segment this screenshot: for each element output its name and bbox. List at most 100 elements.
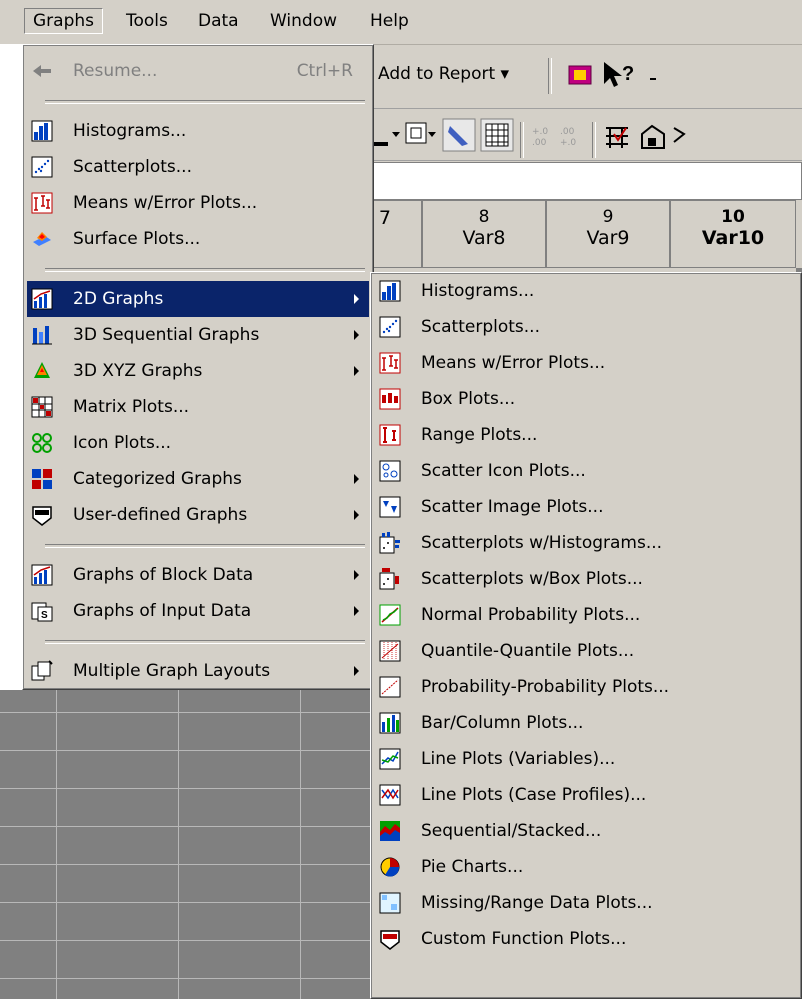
line-profile-icon: [379, 784, 401, 806]
submenu-item-normal-probability[interactable]: Normal Probability Plots...: [375, 597, 797, 633]
missing-data-icon: [379, 892, 401, 914]
svg-text:+.0: +.0: [532, 127, 548, 137]
multiple-layouts-icon: [31, 660, 53, 681]
context-help-icon[interactable]: ?: [600, 60, 640, 90]
column-name: Var8: [462, 227, 506, 249]
border-style-icon[interactable]: [404, 120, 438, 150]
submenu-arrow-icon: [354, 570, 359, 580]
menu-item-surface[interactable]: Surface Plots...: [27, 221, 369, 257]
toolbar-top: Add to Report ▾ ?: [372, 46, 802, 109]
svg-text:S: S: [41, 610, 48, 621]
submenu-item-pie-charts[interactable]: Pie Charts...: [375, 849, 797, 885]
stacked-area-icon: [380, 821, 400, 841]
means-error-icon: [31, 192, 53, 214]
submenu-item-box-plots[interactable]: Box Plots...: [375, 381, 797, 417]
menu-item-3d-sequential[interactable]: 3D Sequential Graphs: [27, 317, 369, 353]
submenu-item-custom-function[interactable]: Custom Function Plots...: [375, 921, 797, 957]
submenu-item-scatterplots[interactable]: Scatterplots...: [375, 309, 797, 345]
menu-item-means-error[interactable]: Means w/Error Plots...: [27, 185, 369, 221]
column-header[interactable]: 8 Var8: [422, 200, 546, 268]
toolbar-separator: [520, 122, 524, 158]
resume-icon: [33, 65, 51, 77]
categorized-graph-icon: [32, 469, 52, 489]
submenu-arrow-icon: [354, 666, 359, 676]
svg-text:+.0: +.0: [560, 138, 576, 148]
dropdown-arrow-icon[interactable]: [648, 74, 660, 84]
menu-item-scatterplots[interactable]: Scatterplots...: [27, 149, 369, 185]
menu-graphs[interactable]: Graphs: [24, 8, 104, 34]
menu-help[interactable]: Help: [362, 9, 417, 33]
menu-tools[interactable]: Tools: [118, 9, 176, 33]
scatterplot-icon: [379, 316, 401, 338]
submenu-item-sequential[interactable]: Sequential/Stacked...: [375, 813, 797, 849]
menu-data[interactable]: Data: [190, 9, 247, 33]
icon-plot-icon: [32, 433, 52, 453]
menu-item-user-defined[interactable]: User-defined Graphs: [27, 497, 369, 533]
menu-item-resume[interactable]: Resume... Ctrl+R: [27, 53, 369, 89]
submenu-item-missing-range[interactable]: Missing/Range Data Plots...: [375, 885, 797, 921]
submenu-arrow-icon: [354, 294, 359, 304]
submenu-item-means-error[interactable]: Means w/Error Plots...: [375, 345, 797, 381]
graphs-menu: Resume... Ctrl+R Histograms... Scatterpl…: [22, 44, 374, 690]
grid-line: [56, 690, 57, 999]
submenu-arrow-icon: [354, 510, 359, 520]
svg-text:.00: .00: [560, 127, 575, 137]
menu-item-block-data[interactable]: Graphs of Block Data: [27, 557, 369, 593]
menu-separator: [45, 100, 365, 104]
submenu-item-scatter-histograms[interactable]: Scatterplots w/Histograms...: [375, 525, 797, 561]
scatter-icon-plot-icon: [379, 460, 401, 482]
underline-color-icon[interactable]: [372, 120, 402, 150]
menu-item-icon-plots[interactable]: Icon Plots...: [27, 425, 369, 461]
menu-window[interactable]: Window: [262, 9, 345, 33]
submenu-item-scatter-icon[interactable]: Scatter Icon Plots...: [375, 453, 797, 489]
submenu-item-quantile[interactable]: Quantile-Quantile Plots...: [375, 633, 797, 669]
menu-item-input-data[interactable]: S Graphs of Input Data: [27, 593, 369, 629]
pie-chart-icon: [380, 857, 400, 877]
block-data-graph-icon: [31, 564, 53, 586]
matrix-plot-icon: [31, 396, 53, 418]
svg-text:?: ?: [622, 63, 634, 85]
submenu-item-range-plots[interactable]: Range Plots...: [375, 417, 797, 453]
scatter-image-icon: [379, 496, 401, 518]
scatter-histogram-icon: [379, 532, 400, 554]
menu-item-categorized[interactable]: Categorized Graphs: [27, 461, 369, 497]
book-icon[interactable]: [566, 60, 598, 90]
submenu-item-scatter-image[interactable]: Scatter Image Plots...: [375, 489, 797, 525]
svg-text:.00: .00: [532, 138, 547, 148]
histogram-icon: [31, 120, 53, 142]
submenu-item-histograms[interactable]: Histograms...: [375, 273, 797, 309]
submenu-item-line-cases[interactable]: Line Plots (Case Profiles)...: [375, 777, 797, 813]
means-error-icon: [379, 352, 401, 374]
submenu-arrow-icon: [354, 330, 359, 340]
submenu-item-probability-probability[interactable]: Probability-Probability Plots...: [375, 669, 797, 705]
more-tools-icon[interactable]: [672, 122, 688, 150]
add-to-report-button[interactable]: Add to Report ▾: [378, 64, 509, 84]
bar-column-icon: [379, 712, 401, 734]
format-icon[interactable]: [638, 122, 668, 150]
toolbar-separator: [548, 58, 552, 94]
toolbar-separator: [592, 122, 596, 158]
grid-line: [178, 690, 179, 999]
menu-separator: [45, 544, 365, 548]
submenu-item-scatter-box[interactable]: Scatterplots w/Box Plots...: [375, 561, 797, 597]
column-name: Var10: [701, 227, 765, 249]
submenu-item-bar-column[interactable]: Bar/Column Plots...: [375, 705, 797, 741]
mark-cells-icon[interactable]: [602, 122, 632, 150]
custom-function-icon: [380, 930, 400, 950]
menu-item-3d-xyz[interactable]: 3D XYZ Graphs: [27, 353, 369, 389]
menu-item-histograms[interactable]: Histograms...: [27, 113, 369, 149]
menu-item-2d-graphs[interactable]: 2D Graphs: [27, 281, 369, 317]
column-header[interactable]: 10 Var10: [670, 200, 796, 268]
2d-graph-icon: [31, 288, 53, 310]
highlight-icon[interactable]: [442, 118, 476, 152]
submenu-item-line-variables[interactable]: Line Plots (Variables)...: [375, 741, 797, 777]
formula-bar[interactable]: [372, 162, 802, 200]
surface-plot-icon: [33, 232, 51, 246]
range-plot-icon: [379, 424, 401, 446]
grid-toggle-icon[interactable]: [480, 118, 514, 152]
menu-item-multiple-layouts[interactable]: Multiple Graph Layouts: [27, 653, 369, 689]
quantile-icon: [379, 640, 401, 662]
menu-item-matrix[interactable]: Matrix Plots...: [27, 389, 369, 425]
decimal-places-icon[interactable]: +.0 .00 .00 +.0: [530, 124, 588, 148]
column-header[interactable]: 9 Var9: [546, 200, 670, 268]
